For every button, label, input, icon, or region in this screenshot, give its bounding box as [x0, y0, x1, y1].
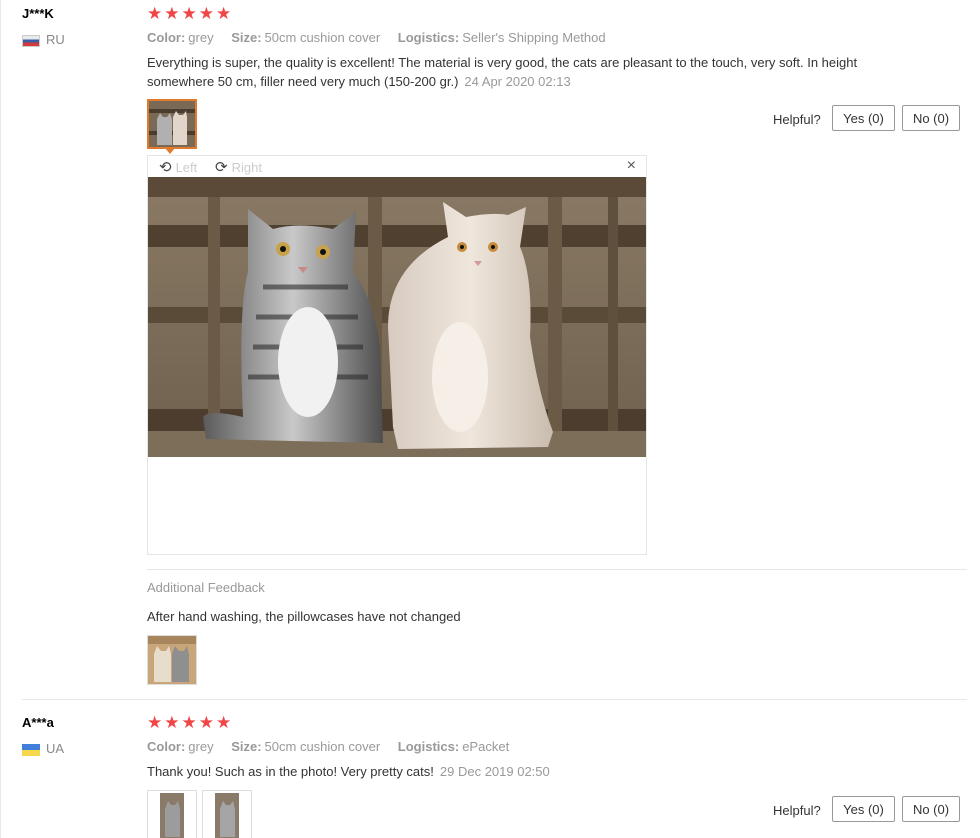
review-date: 29 Dec 2019 02:50 — [439, 764, 550, 779]
color-value: grey — [188, 30, 214, 45]
left-border — [0, 0, 1, 838]
cat-pillow-thumbnail-image — [203, 791, 251, 838]
review-text: Thank you! Such as in the photo! Very pr… — [147, 762, 550, 781]
rotate-right-label: Right — [231, 160, 262, 175]
additional-photo-thumbnail[interactable] — [147, 635, 197, 685]
helpful-label: Helpful? — [773, 112, 821, 127]
additional-feedback-text: After hand washing, the pillowcases have… — [147, 609, 461, 624]
logistics-value: ePacket — [462, 739, 510, 754]
close-icon[interactable]: × — [627, 157, 636, 175]
size-label: Size: — [231, 739, 262, 754]
color-value: grey — [188, 739, 214, 754]
logistics-value: Seller's Shipping Method — [462, 30, 606, 45]
order-attributes: Color: grey Size: 50cm cushion cover Logis… — [147, 739, 523, 754]
size-value: 50cm cushion cover — [264, 739, 381, 754]
order-attributes: Color: grey Size: 50cm cushion cover Logis… — [147, 30, 620, 45]
ukraine-flag-icon — [22, 743, 40, 756]
star-rating: ★★★★★ — [147, 4, 234, 23]
reviewer-name: A***a — [22, 715, 54, 730]
russia-flag-icon — [22, 34, 40, 47]
country-code: RU — [46, 32, 65, 47]
review-date: 24 Apr 2020 02:13 — [464, 74, 571, 89]
review-photo-thumbnail[interactable] — [147, 790, 197, 838]
size-label: Size: — [231, 30, 262, 45]
review-photo-thumbnail[interactable] — [147, 99, 197, 149]
rotate-right-icon: ⟳ — [215, 159, 228, 176]
rotate-left-label: Left — [175, 160, 198, 175]
reviewer-country: UA — [22, 741, 64, 756]
reviewer-country: RU — [22, 32, 65, 47]
active-thumbnail-caret — [165, 148, 175, 154]
helpful-yes-button[interactable]: Yes (0) — [832, 105, 895, 131]
size-value: 50cm cushion cover — [264, 30, 381, 45]
review-divider — [22, 699, 967, 700]
cat-pillows-thumbnail-image — [149, 101, 195, 147]
review-body: Thank you! Such as in the photo! Very pr… — [147, 764, 434, 779]
section-divider — [147, 569, 967, 570]
image-viewer-toolbar: ⟲ Left ⟳ Right × — [148, 156, 646, 177]
rotate-left-icon: ⟲ — [159, 159, 172, 176]
star-rating: ★★★★★ — [147, 713, 234, 732]
color-label: Color: — [147, 739, 186, 754]
logistics-label: Logistics: — [397, 739, 460, 754]
rotate-left-button[interactable]: ⟲ Left — [159, 158, 197, 176]
additional-feedback-title: Additional Feedback — [147, 580, 265, 595]
reviewer-name: J***K — [22, 6, 54, 21]
cat-pillows-additional-image — [148, 636, 196, 684]
review-photo-large — [148, 177, 646, 457]
color-label: Color: — [147, 30, 186, 45]
review-text: Everything is super, the quality is exce… — [147, 53, 867, 91]
helpful-no-button[interactable]: No (0) — [902, 105, 960, 131]
cat-pillow-thumbnail-image — [148, 791, 196, 838]
image-viewer: ⟲ Left ⟳ Right × — [147, 155, 647, 555]
cat-pillows-photo — [148, 177, 646, 457]
helpful-no-button[interactable]: No (0) — [902, 796, 960, 822]
review-photo-thumbnail[interactable] — [202, 790, 252, 838]
logistics-label: Logistics: — [397, 30, 460, 45]
helpful-label: Helpful? — [773, 803, 821, 818]
rotate-right-button[interactable]: ⟳ Right — [215, 158, 262, 176]
helpful-yes-button[interactable]: Yes (0) — [832, 796, 895, 822]
country-code: UA — [46, 741, 65, 756]
